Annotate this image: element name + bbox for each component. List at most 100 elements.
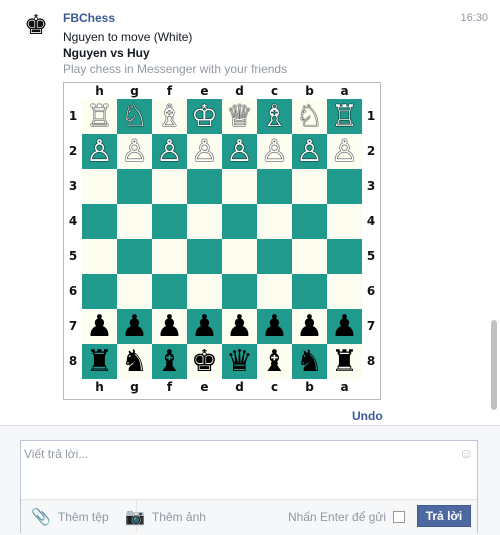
board-square-a8[interactable]: ♜ [327,344,362,379]
emoji-icon[interactable]: ☺ [459,446,473,460]
chess-piece[interactable]: ♛ [226,344,253,379]
board-square-c8[interactable]: ♝ [257,344,292,379]
board-square-d5[interactable] [222,239,257,274]
board-square-g5[interactable] [117,239,152,274]
board-square-g8[interactable]: ♞ [117,344,152,379]
chess-piece[interactable]: ♟ [121,309,148,344]
board-square-f1[interactable]: ♗ [152,99,187,134]
board-square-c1[interactable]: ♗ [257,99,292,134]
board-square-e6[interactable] [187,274,222,309]
board-square-f7[interactable]: ♟ [152,309,187,344]
board-square-d8[interactable]: ♛ [222,344,257,379]
board-square-a5[interactable] [327,239,362,274]
board-square-c3[interactable] [257,169,292,204]
chess-piece[interactable]: ♝ [156,344,183,379]
board-square-h4[interactable] [82,204,117,239]
chess-piece[interactable]: ♙ [296,134,323,169]
add-file-button[interactable]: 📎 Thêm tệp [31,500,109,533]
board-square-c6[interactable] [257,274,292,309]
board-square-d2[interactable]: ♙ [222,134,257,169]
board-square-a1[interactable]: ♖ [327,99,362,134]
add-photo-button[interactable]: 📷 Thêm ảnh [125,500,206,533]
board-square-d3[interactable] [222,169,257,204]
board-square-g2[interactable]: ♙ [117,134,152,169]
chess-piece[interactable]: ♙ [121,134,148,169]
board-square-c2[interactable]: ♙ [257,134,292,169]
board-square-e3[interactable] [187,169,222,204]
chess-board[interactable]: h h g g f f e e d d c c b b a a 1 1 2 2 3 3 4 4 5 5 6 6 7 7 8 8 ♖ ♘ ♗ ♔ ♕ ♗ ♘ ♖… [63,82,381,400]
chess-piece[interactable]: ♟ [261,309,288,344]
fbchess-avatar[interactable]: ♚ [22,12,50,40]
chess-piece[interactable]: ♟ [156,309,183,344]
board-square-e4[interactable] [187,204,222,239]
scrollbar[interactable] [491,320,497,410]
board-square-d1[interactable]: ♕ [222,99,257,134]
chess-piece[interactable]: ♗ [261,99,288,134]
board-square-b5[interactable] [292,239,327,274]
chess-piece[interactable]: ♝ [261,344,288,379]
board-square-a4[interactable] [327,204,362,239]
board-square-b2[interactable]: ♙ [292,134,327,169]
board-square-c5[interactable] [257,239,292,274]
chess-piece[interactable]: ♟ [86,309,113,344]
board-square-a3[interactable] [327,169,362,204]
board-square-f5[interactable] [152,239,187,274]
chess-piece[interactable]: ♙ [191,134,218,169]
board-square-e5[interactable] [187,239,222,274]
enter-to-send-checkbox[interactable] [393,511,405,523]
board-square-d4[interactable] [222,204,257,239]
board-square-h8[interactable]: ♜ [82,344,117,379]
board-square-e7[interactable]: ♟ [187,309,222,344]
chess-piece[interactable]: ♘ [296,99,323,134]
board-square-f2[interactable]: ♙ [152,134,187,169]
chess-piece[interactable]: ♖ [331,99,358,134]
board-square-e1[interactable]: ♔ [187,99,222,134]
chess-piece[interactable]: ♕ [226,99,253,134]
board-square-a2[interactable]: ♙ [327,134,362,169]
board-square-h2[interactable]: ♙ [82,134,117,169]
board-square-h5[interactable] [82,239,117,274]
board-square-g3[interactable] [117,169,152,204]
chess-piece[interactable]: ♜ [86,344,113,379]
board-square-b4[interactable] [292,204,327,239]
board-square-g1[interactable]: ♘ [117,99,152,134]
board-square-h1[interactable]: ♖ [82,99,117,134]
board-square-b3[interactable] [292,169,327,204]
board-square-c7[interactable]: ♟ [257,309,292,344]
board-square-d7[interactable]: ♟ [222,309,257,344]
board-square-b7[interactable]: ♟ [292,309,327,344]
chess-piece[interactable]: ♙ [86,134,113,169]
board-square-a7[interactable]: ♟ [327,309,362,344]
chess-piece[interactable]: ♟ [296,309,323,344]
board-square-e8[interactable]: ♚ [187,344,222,379]
chess-piece[interactable]: ♙ [331,134,358,169]
board-square-f4[interactable] [152,204,187,239]
chess-piece[interactable]: ♘ [121,99,148,134]
chess-piece[interactable]: ♔ [191,99,218,134]
board-square-f3[interactable] [152,169,187,204]
chess-piece[interactable]: ♙ [226,134,253,169]
board-square-b1[interactable]: ♘ [292,99,327,134]
undo-link[interactable]: Undo [352,409,383,423]
chess-piece[interactable]: ♙ [156,134,183,169]
chess-piece[interactable]: ♟ [226,309,253,344]
board-square-h6[interactable] [82,274,117,309]
board-square-e2[interactable]: ♙ [187,134,222,169]
board-square-c4[interactable] [257,204,292,239]
chess-piece[interactable]: ♟ [331,309,358,344]
chess-piece[interactable]: ♙ [261,134,288,169]
board-square-g6[interactable] [117,274,152,309]
board-square-b8[interactable]: ♞ [292,344,327,379]
board-square-b6[interactable] [292,274,327,309]
board-square-h7[interactable]: ♟ [82,309,117,344]
chess-piece[interactable]: ♜ [331,344,358,379]
board-square-f6[interactable] [152,274,187,309]
reply-button[interactable]: Trả lời [417,505,471,527]
sender-name[interactable]: FBChess [63,11,115,25]
chess-piece[interactable]: ♖ [86,99,113,134]
chess-piece[interactable]: ♞ [296,344,323,379]
board-square-h3[interactable] [82,169,117,204]
chess-piece[interactable]: ♟ [191,309,218,344]
board-square-g4[interactable] [117,204,152,239]
chess-piece[interactable]: ♞ [121,344,148,379]
